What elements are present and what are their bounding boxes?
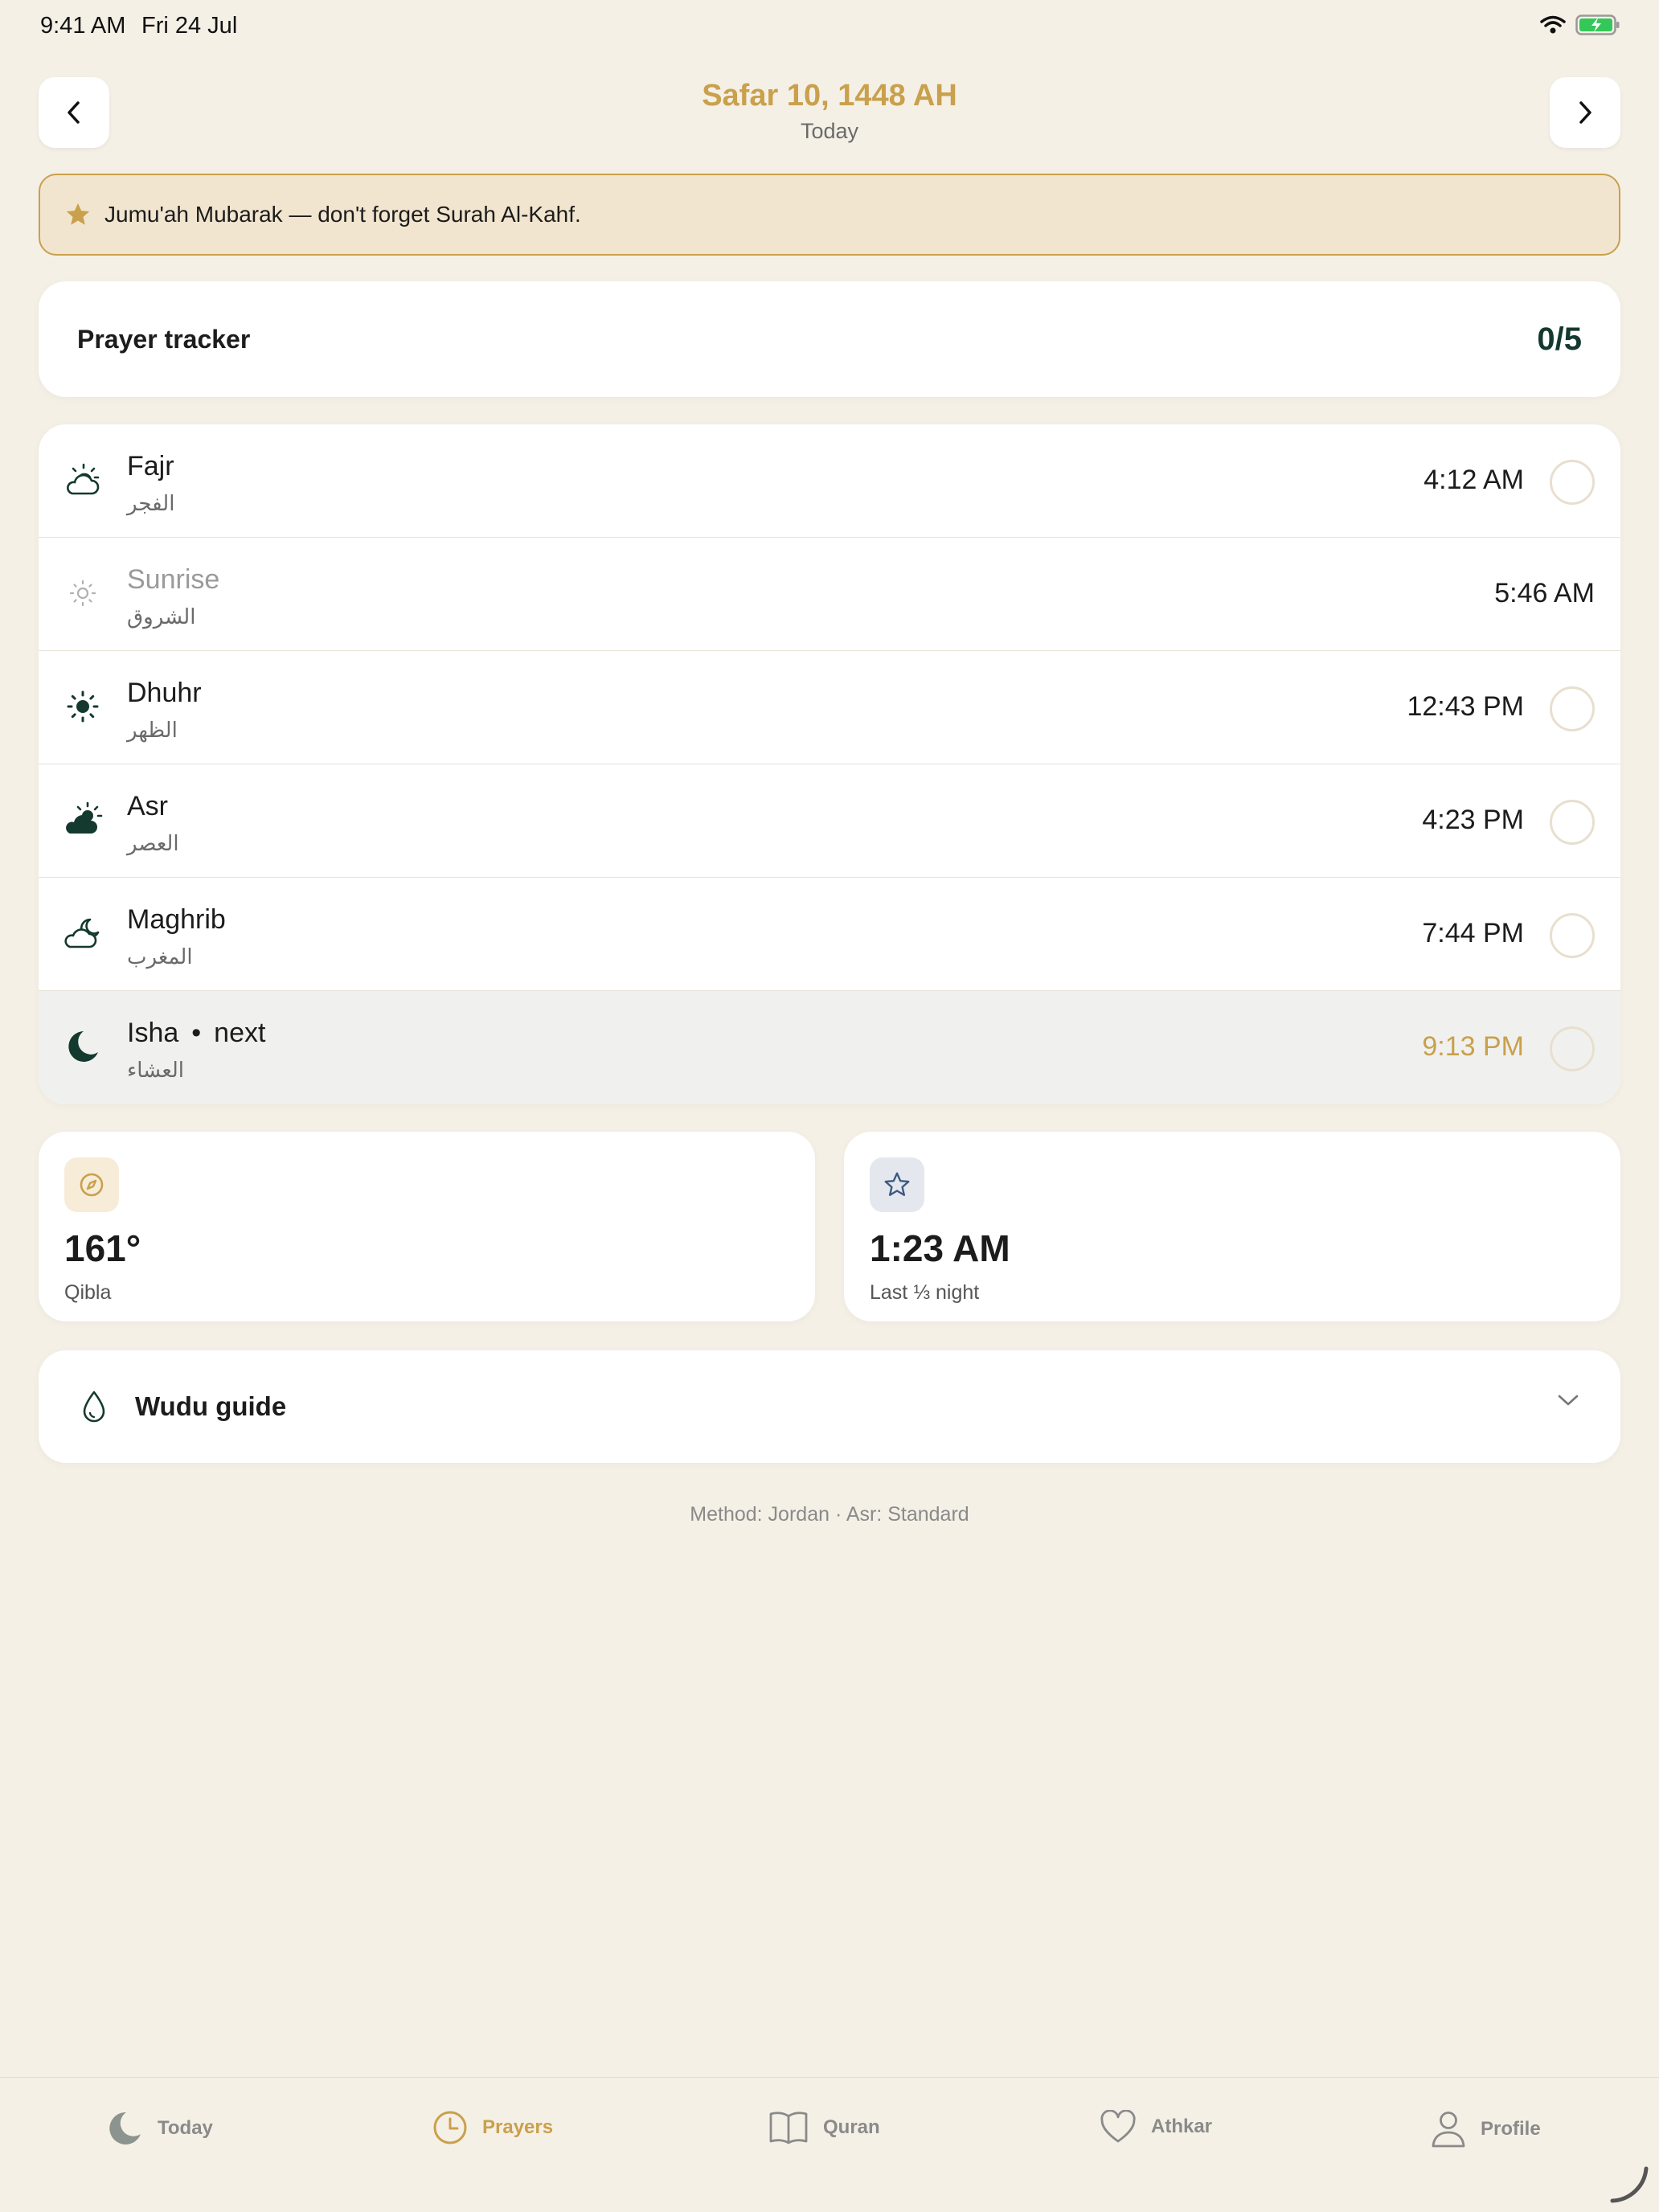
tab-prayers[interactable]: Prayers [432,2110,553,2145]
wifi-icon [1540,15,1566,34]
prayer-list: Fajr الفجر 4:12 AM Sunrise الشروق 5:46 A… [39,424,1620,1104]
tab-label: Prayers [482,2116,554,2138]
prayer-arabic-name: المغرب [127,945,193,969]
battery-charging-icon [1575,14,1620,35]
tab-quran[interactable]: Quran [768,2110,880,2145]
prayer-time: 5:46 AM [1494,578,1595,608]
date-subtitle: Today [800,119,859,143]
tracker-count: 0/5 [1537,321,1582,357]
star-icon [66,203,90,225]
qibla-label: Qibla [64,1281,112,1304]
tab-athkar[interactable]: Athkar [1100,2110,1212,2144]
sun-icon [67,690,99,723]
cloud-sun-filled-icon [66,801,103,834]
prayer-name: Asr [127,791,168,821]
prayer-arabic-name: العشاء [127,1059,185,1083]
prayer-arabic-name: العصر [127,832,179,856]
status-icons [1540,14,1620,35]
compass-icon [80,1173,104,1197]
next-separator: • [191,1018,202,1048]
jumuah-banner: Jumu'ah Mubarak — don't forget Surah Al-… [39,174,1620,256]
calculation-method: Method: Jordan · Asr: Standard [690,1503,969,1526]
status-bar: 9:41 AM Fri 24 Jul [0,0,1659,51]
hijri-date-title: Safar 10, 1448 AH [702,79,957,113]
prayer-row-isha: Isha • next العشاء 9:13 PM [39,991,1620,1104]
clock-icon [433,2111,467,2144]
prayer-row-sunrise: Sunrise الشروق 5:46 AM [39,538,1620,651]
prayer-check-maghrib[interactable] [1550,913,1595,958]
tab-label: Athkar [1151,2116,1213,2137]
tracker-label: Prayer tracker [77,324,251,354]
prayer-check-asr[interactable] [1550,800,1595,845]
prayer-name: Fajr [127,451,174,481]
prayer-check-fajr[interactable] [1550,460,1595,505]
prayer-name: Dhuhr [127,678,202,708]
prayer-time: 4:12 AM [1423,465,1524,495]
person-icon [1432,2112,1465,2148]
status-time: 9:41 AM [40,13,126,39]
wudu-label: Wudu guide [135,1391,287,1421]
qibla-card[interactable]: 161° Qibla [39,1132,815,1321]
prayer-arabic-name: الشروق [127,605,196,629]
last-third-night-card[interactable]: 1:23 AM Last ⅓ night [844,1132,1620,1321]
chevron-right-icon [1579,101,1591,124]
book-icon [769,2112,808,2144]
tab-today[interactable]: Today [106,2110,213,2147]
prayer-arabic-name: الفجر [127,492,175,516]
tab-label: Profile [1481,2118,1541,2140]
prayer-time: 9:13 PM [1422,1031,1524,1062]
night-value: 1:23 AM [870,1227,1010,1269]
chevron-down-icon [1558,1395,1579,1406]
prayer-time: 12:43 PM [1407,691,1524,722]
prayer-name: Sunrise [127,564,220,595]
heart-icon [1100,2110,1136,2143]
night-icon-box [870,1157,924,1212]
qibla-value: 161° [64,1227,141,1269]
prayer-tracker-card: Prayer tracker 0/5 [39,281,1620,397]
prayer-name: Isha • next [127,1018,265,1049]
prayer-row-maghrib: Maghrib المغرب 7:44 PM [39,878,1620,991]
resize-handle-icon [1610,2166,1649,2203]
next-day-button[interactable] [1550,77,1620,148]
water-drop-icon [83,1391,105,1423]
prayer-row-dhuhr: Dhuhr الظهر 12:43 PM [39,651,1620,764]
prayer-time: 4:23 PM [1422,805,1524,835]
next-label: next [214,1018,266,1048]
prayer-row-asr: Asr العصر 4:23 PM [39,764,1620,878]
prayer-time: 7:44 PM [1422,918,1524,948]
cloud-sun-icon [67,463,100,495]
prayer-check-dhuhr[interactable] [1550,686,1595,731]
moon-icon [68,1031,98,1062]
tab-label: Quran [823,2116,880,2138]
prayer-arabic-name: الظهر [127,719,178,743]
prayer-name: Maghrib [127,904,226,935]
tab-bar: Today Prayers Quran Athkar Profile [0,2077,1659,2212]
prayer-name-text: Isha [127,1018,179,1048]
star-outline-icon [884,1172,910,1196]
tab-profile[interactable]: Profile [1431,2110,1541,2149]
cloud-moon-icon [64,918,100,948]
banner-text: Jumu'ah Mubarak — don't forget Surah Al-… [104,202,581,227]
moon-icon [109,2112,141,2144]
wudu-guide-accordion[interactable]: Wudu guide [39,1350,1620,1463]
status-date: Fri 24 Jul [141,13,238,39]
qibla-icon-box [64,1157,119,1212]
prayer-check-isha[interactable] [1550,1026,1595,1071]
tab-label: Today [158,2117,213,2139]
prayer-row-fajr: Fajr الفجر 4:12 AM [39,424,1620,538]
sunrise-icon [69,580,96,607]
night-label: Last ⅓ night [870,1281,980,1304]
